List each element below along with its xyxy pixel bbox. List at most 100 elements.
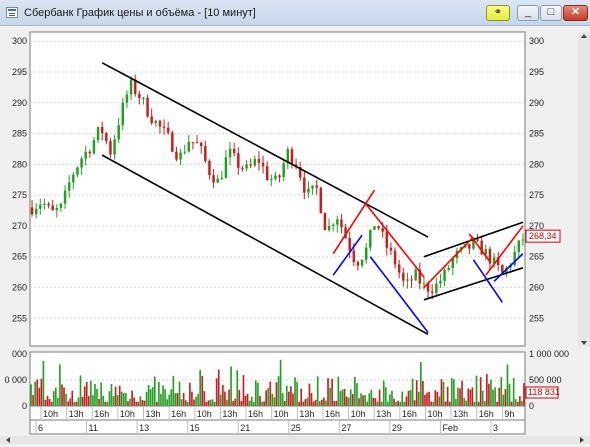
- candle-body: [105, 133, 108, 142]
- volume-bar: [34, 381, 36, 406]
- volume-bar: [430, 401, 432, 406]
- volume-bar: [133, 397, 135, 406]
- volume-bar: [471, 387, 474, 406]
- link-icon[interactable]: ⚭: [486, 5, 510, 21]
- date-label: 6: [38, 423, 43, 433]
- volume-bar: [248, 400, 251, 406]
- date-label: 15: [190, 423, 200, 433]
- volume-bar: [428, 391, 430, 406]
- price-tick-label: 265: [12, 252, 27, 262]
- price-tick-label: 275: [12, 190, 27, 200]
- volume-bar: [236, 370, 239, 406]
- last-price-marker: 268,34: [525, 229, 561, 243]
- candle-body: [402, 272, 405, 281]
- candle-body: [389, 247, 393, 251]
- volume-bar: [519, 396, 521, 406]
- price-tick-label: 300: [12, 36, 27, 46]
- volume-bar: [376, 401, 379, 406]
- candle-body: [121, 102, 125, 126]
- price-tick-label: 260: [12, 283, 27, 293]
- volume-bar: [98, 398, 100, 406]
- volume-bar: [331, 378, 333, 406]
- volume-bar: [106, 401, 109, 406]
- close-button[interactable]: ✕: [563, 5, 588, 21]
- volume-bar: [135, 401, 138, 406]
- volume-bar: [323, 397, 325, 406]
- price-plot-area[interactable]: [29, 31, 526, 347]
- candle-body: [410, 279, 413, 281]
- candle-body: [237, 153, 240, 168]
- volume-bar: [411, 378, 414, 406]
- horizontal-scrollbar[interactable]: [0, 436, 590, 444]
- price-tick-label: 295: [529, 67, 544, 77]
- chart-area: 255 260 265 270 275 280 285 290 295 300 255 260 265…: [0, 26, 590, 444]
- candle-body: [142, 97, 145, 99]
- candle-body: [125, 94, 129, 103]
- price-tick-label: 270: [529, 221, 544, 231]
- volume-bar: [356, 383, 358, 406]
- maximize-button[interactable]: □: [540, 5, 562, 21]
- candle-body: [84, 151, 87, 159]
- volume-bar: [174, 393, 177, 406]
- last-volume-label: 118 831: [528, 387, 560, 397]
- candle-body: [212, 175, 215, 183]
- price-tick-label: 280: [12, 159, 27, 169]
- volume-bar: [283, 400, 286, 406]
- volume-bar: [281, 393, 284, 406]
- volume-plot-area[interactable]: [29, 351, 526, 407]
- candle-body: [191, 142, 195, 144]
- volume-bar: [341, 389, 344, 406]
- volume-bar: [496, 401, 498, 406]
- volume-bar: [61, 384, 63, 406]
- volume-bar: [360, 393, 362, 406]
- volume-bar: [279, 359, 282, 406]
- date-label: 29: [392, 423, 402, 433]
- volume-bar: [387, 401, 389, 406]
- volume-bar: [172, 375, 175, 406]
- volume-bar: [151, 387, 154, 406]
- volume-bar: [222, 384, 224, 406]
- volume-bar: [368, 393, 371, 406]
- volume-bar: [459, 388, 461, 406]
- volume-bar: [205, 401, 208, 406]
- candle-body: [171, 132, 174, 152]
- minimize-button[interactable]: _: [517, 5, 539, 21]
- volume-bar: [314, 399, 317, 406]
- volume-bar: [422, 381, 424, 406]
- volume-bar: [38, 387, 41, 406]
- date-label: 21: [240, 423, 250, 433]
- volume-bar: [304, 399, 307, 406]
- volume-bar: [420, 362, 422, 406]
- volume-bar: [238, 390, 241, 406]
- date-label: 25: [291, 423, 301, 433]
- volume-bar: [145, 391, 148, 406]
- vertical-scrollbar[interactable]: [578, 32, 590, 346]
- volume-bar: [486, 374, 488, 406]
- volume-bar: [407, 390, 410, 406]
- volume-bar: [147, 385, 150, 406]
- volume-bar: [440, 379, 443, 406]
- volume-bar: [213, 401, 216, 406]
- candle-body: [414, 269, 417, 281]
- date-label: 11: [89, 423, 98, 433]
- volume-bar: [450, 378, 453, 406]
- volume-bar: [116, 395, 119, 406]
- volume-bar: [180, 399, 183, 406]
- volume-bar: [166, 399, 168, 406]
- candle-body: [517, 240, 521, 253]
- volume-bar: [343, 388, 346, 406]
- volume-bar: [85, 381, 88, 406]
- volume-bar: [465, 400, 468, 406]
- volume-bar: [393, 398, 395, 406]
- volume-bar: [87, 396, 90, 406]
- volume-bar: [277, 376, 280, 406]
- volume-bar: [67, 401, 69, 406]
- volume-bar: [275, 382, 278, 406]
- volume-bar: [405, 396, 408, 406]
- candle-body: [476, 239, 479, 241]
- candle-body: [501, 265, 504, 273]
- candle-body: [336, 219, 339, 225]
- volume-tick-label: 1 000 000: [529, 349, 569, 359]
- time-label: 13h: [376, 409, 391, 419]
- volume-bar: [380, 401, 383, 406]
